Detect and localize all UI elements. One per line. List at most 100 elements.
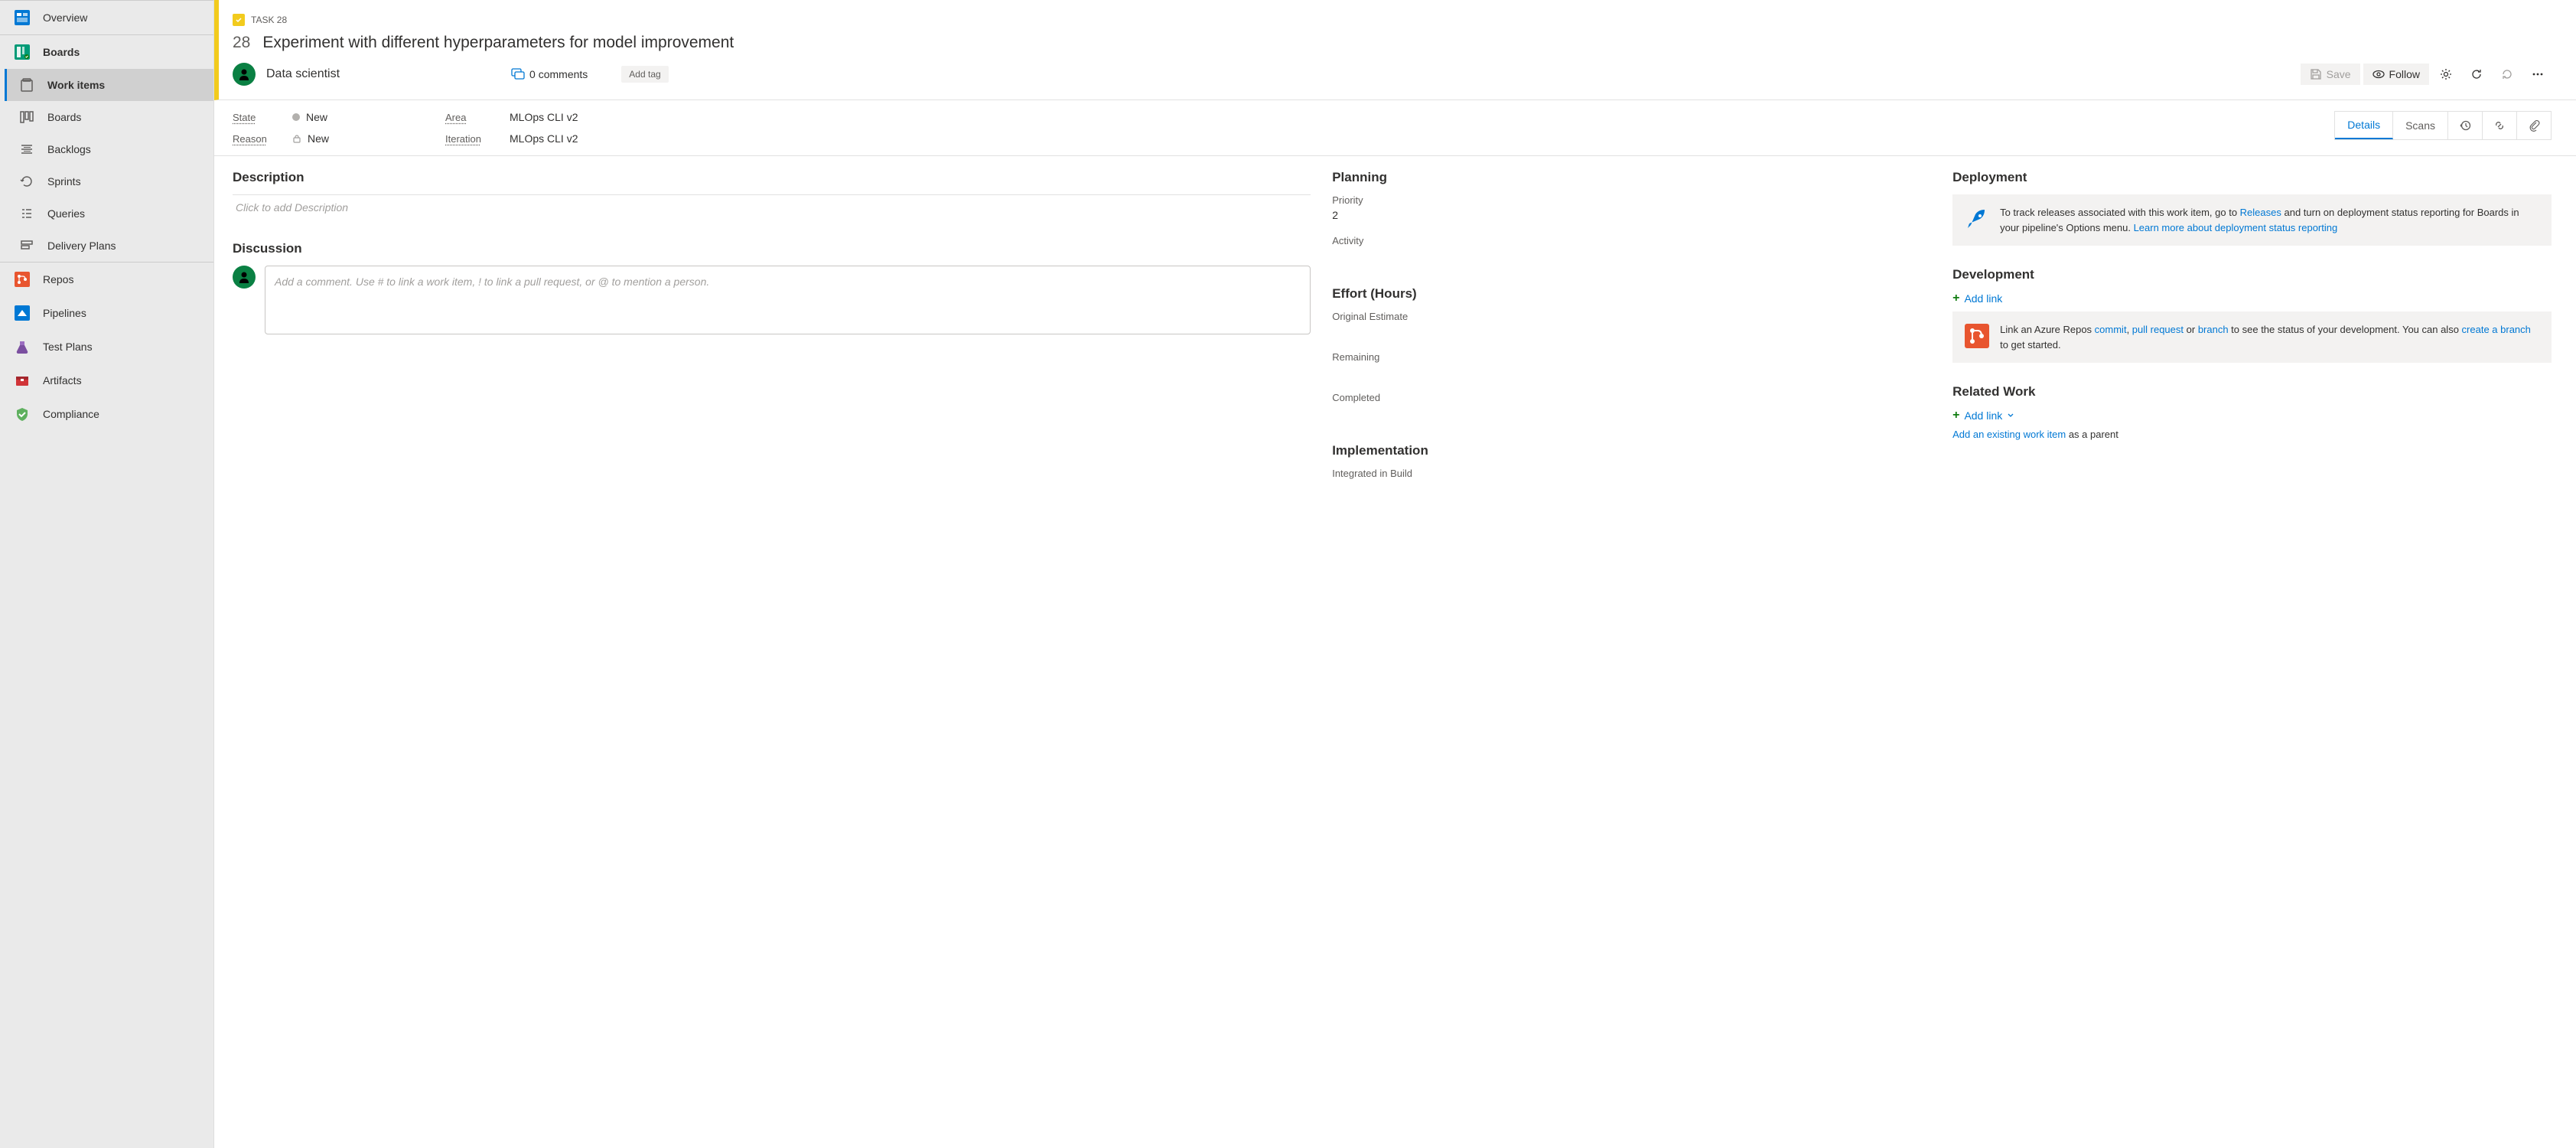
sidebar-item-boards-sub[interactable]: Boards — [5, 101, 213, 133]
sidebar-label: Work items — [47, 79, 105, 91]
sidebar-item-artifacts[interactable]: Artifacts — [0, 364, 213, 397]
related-work-section: Related Work + Add link Add an existing … — [1952, 384, 2552, 440]
current-user-avatar — [233, 266, 256, 289]
development-title: Development — [1952, 267, 2552, 282]
sidebar-item-boards[interactable]: Boards — [0, 35, 213, 69]
board-icon — [18, 109, 35, 126]
boards-submenu: Work items Boards Backlogs Sprints — [0, 69, 213, 262]
sidebar-item-test-plans[interactable]: Test Plans — [0, 330, 213, 364]
area-field[interactable]: MLOps CLI v2 — [510, 111, 617, 123]
sidebar-label: Boards — [47, 111, 81, 123]
dev-add-link-button[interactable]: + Add link — [1952, 292, 2552, 305]
add-tag-button[interactable]: Add tag — [621, 66, 668, 83]
add-link-label: Add link — [1964, 409, 2002, 422]
gear-icon — [2440, 68, 2452, 80]
sidebar-label: Artifacts — [43, 374, 82, 386]
delivery-plans-icon — [18, 237, 35, 254]
workitem-title[interactable]: Experiment with different hyperparameter… — [262, 34, 734, 52]
sidebar-item-backlogs[interactable]: Backlogs — [5, 133, 213, 165]
tab-details[interactable]: Details — [2335, 112, 2393, 139]
integrated-build-field[interactable] — [1332, 482, 1931, 497]
assignee-name[interactable]: Data scientist — [266, 67, 340, 81]
activity-field[interactable] — [1332, 249, 1931, 265]
area-value: MLOps CLI v2 — [510, 111, 578, 123]
tab-scans[interactable]: Scans — [2393, 112, 2448, 139]
sidebar-item-workitems[interactable]: Work items — [5, 69, 213, 101]
sidebar-item-repos[interactable]: Repos — [0, 263, 213, 296]
tab-links[interactable] — [2483, 112, 2517, 139]
rocket-icon — [1963, 205, 1991, 233]
iteration-label: Iteration — [445, 133, 491, 145]
refresh-button[interactable] — [2463, 64, 2490, 85]
sidebar-item-pipelines[interactable]: Pipelines — [0, 296, 213, 330]
settings-button[interactable] — [2432, 64, 2460, 85]
tab-history[interactable] — [2448, 112, 2483, 139]
deployment-learn-link[interactable]: Learn more about deployment status repor… — [2134, 222, 2338, 233]
deployment-section: Deployment To track releases associated … — [1952, 170, 2552, 246]
follow-icon — [2372, 68, 2385, 80]
planning-title: Planning — [1332, 170, 1931, 185]
chevron-down-icon — [2007, 412, 2014, 419]
effort-section: Effort (Hours) Original Estimate Remaini… — [1332, 286, 1931, 422]
planning-section: Planning Priority 2 Activity — [1332, 170, 1931, 265]
releases-link[interactable]: Releases — [2240, 207, 2281, 218]
state-label: State — [233, 112, 274, 123]
right-column: Deployment To track releases associated … — [1952, 170, 2552, 1134]
sidebar-item-queries[interactable]: Queries — [5, 197, 213, 230]
development-info: Link an Azure Repos commit, pull request… — [1952, 311, 2552, 363]
task-type-icon — [233, 14, 245, 26]
lock-icon — [292, 134, 301, 143]
artifacts-icon — [14, 372, 31, 389]
sidebar-label: Delivery Plans — [47, 240, 116, 252]
reason-value: New — [308, 132, 329, 145]
completed-label: Completed — [1332, 392, 1931, 403]
sidebar-label: Sprints — [47, 175, 81, 188]
comment-input[interactable]: Add a comment. Use # to link a work item… — [265, 266, 1311, 334]
boards-icon — [14, 44, 31, 60]
middle-column: Planning Priority 2 Activity Effort (Hou… — [1332, 170, 1931, 1134]
tab-attachments[interactable] — [2517, 112, 2551, 139]
priority-label: Priority — [1332, 194, 1931, 206]
create-branch-link[interactable]: create a branch — [2462, 324, 2531, 335]
comments-link[interactable]: 0 comments — [511, 67, 588, 81]
add-existing-link[interactable]: Add an existing work item — [1952, 429, 2066, 440]
remaining-field[interactable] — [1332, 366, 1931, 381]
pr-link[interactable]: pull request — [2132, 324, 2184, 335]
sidebar-item-delivery-plans[interactable]: Delivery Plans — [5, 230, 213, 262]
sidebar-label: Pipelines — [43, 307, 86, 319]
branch-link[interactable]: branch — [2198, 324, 2229, 335]
compliance-icon — [14, 406, 31, 422]
follow-button[interactable]: Follow — [2363, 64, 2429, 85]
priority-field[interactable]: 2 — [1332, 209, 1931, 224]
sidebar-item-overview[interactable]: Overview — [0, 1, 213, 34]
iteration-field[interactable]: MLOps CLI v2 — [510, 132, 617, 145]
reason-field[interactable]: New — [292, 132, 399, 145]
workitem-header: TASK 28 28 Experiment with different hyp… — [214, 0, 2576, 100]
related-title: Related Work — [1952, 384, 2552, 400]
state-field[interactable]: New — [292, 111, 399, 123]
workitem-id: 28 — [233, 34, 250, 52]
sidebar-item-compliance[interactable]: Compliance — [0, 397, 213, 431]
activity-label: Activity — [1332, 235, 1931, 246]
workitem-type-label: TASK 28 — [251, 15, 287, 25]
related-add-link-button[interactable]: + Add link — [1952, 409, 2552, 422]
details-tabs: Details Scans — [2334, 111, 2552, 140]
plus-icon: + — [1952, 409, 1959, 422]
iteration-value: MLOps CLI v2 — [510, 132, 578, 145]
description-section: Description Click to add Description — [233, 170, 1311, 220]
repos-icon — [14, 271, 31, 288]
commit-link[interactable]: commit — [2095, 324, 2127, 335]
assignee-avatar[interactable] — [233, 63, 256, 86]
sidebar-label: Repos — [43, 273, 73, 285]
development-section: Development + Add link Link an Azure Rep… — [1952, 267, 2552, 363]
undo-button[interactable] — [2493, 64, 2521, 85]
original-estimate-field[interactable] — [1332, 325, 1931, 341]
save-label: Save — [2327, 68, 2351, 80]
completed-field[interactable] — [1332, 406, 1931, 422]
deployment-info: To track releases associated with this w… — [1952, 194, 2552, 246]
description-input[interactable]: Click to add Description — [233, 194, 1311, 220]
sidebar-item-sprints[interactable]: Sprints — [5, 165, 213, 197]
more-actions-button[interactable] — [2524, 64, 2552, 85]
description-title: Description — [233, 170, 1311, 185]
header-toolbar: Save Follow — [2301, 64, 2552, 85]
